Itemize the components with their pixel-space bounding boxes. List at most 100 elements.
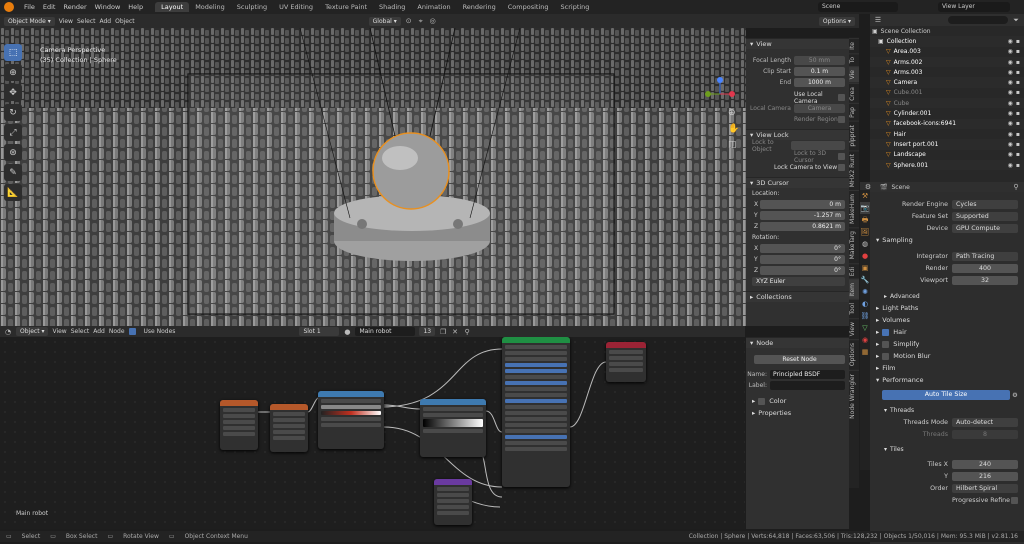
rotate-icon[interactable]: ↻ (4, 104, 22, 121)
render-tab-icon[interactable]: 📷 (860, 202, 870, 214)
node-menu-add[interactable]: Add (93, 328, 105, 335)
blender-logo-icon[interactable] (4, 2, 14, 12)
clip-start-field[interactable]: 0.1 m (794, 67, 845, 76)
tab-ite[interactable]: Ite (849, 38, 859, 53)
camera-render-icon[interactable]: ▪ (1016, 131, 1020, 138)
measure-icon[interactable]: 📐 (4, 184, 22, 201)
viewport-samples-field[interactable]: 32 (952, 275, 1018, 285)
order-dropdown[interactable]: Hilbert Spiral (952, 483, 1018, 493)
hair-panel[interactable]: ▸ Hair (870, 326, 1024, 338)
eye-icon[interactable]: ◉ (1008, 89, 1013, 96)
outliner-row[interactable]: ▣ Collection ◉ ▪ (870, 36, 1024, 47)
outliner-row[interactable]: ▽ Landscape ◉ ▪ (870, 150, 1024, 160)
pin-icon[interactable]: ⚲ (1012, 183, 1020, 191)
eye-icon[interactable]: ◉ (1008, 79, 1013, 86)
tool-tab-icon[interactable]: ⚒ (860, 190, 870, 202)
node-texture-coordinate[interactable] (220, 400, 258, 450)
pivot-icon[interactable]: ⊙ (405, 17, 413, 25)
eye-icon[interactable]: ◉ (1008, 120, 1013, 127)
loc-y-field[interactable]: -1.257 m (760, 211, 845, 220)
tab-rendering[interactable]: Rendering (457, 2, 502, 12)
loc-z-field[interactable]: 0.8621 m (760, 222, 845, 231)
scene-tab-icon[interactable]: ◍ (860, 238, 870, 250)
node-mapping[interactable] (270, 404, 308, 452)
tab-to[interactable]: To (849, 52, 859, 67)
performance-panel[interactable]: ▾ Performance (870, 374, 1024, 386)
node-menu-node[interactable]: Node (109, 328, 125, 335)
auto-tile-settings-icon[interactable]: ⚙ (1010, 392, 1020, 399)
node-name-field[interactable]: Principled BSDF (770, 370, 845, 379)
outliner-row[interactable]: ▽ Camera ◉ ▪ (870, 77, 1024, 88)
node-editor-canvas[interactable]: Main robot (0, 337, 745, 529)
annotate-icon[interactable]: ✎ (4, 164, 22, 181)
view-layer-tab-icon[interactable]: 🖼 (860, 226, 870, 238)
collections-header[interactable]: ▸ Collections (746, 291, 849, 302)
menu-file[interactable]: File (20, 3, 39, 11)
pan-icon[interactable]: ✋ (728, 124, 739, 134)
simplify-panel[interactable]: ▸ Simplify (870, 338, 1024, 350)
tab-vie[interactable]: Vie (849, 66, 859, 83)
duplicate-material-icon[interactable]: ❐ (439, 328, 447, 336)
tab-maketarg[interactable]: MakeTarg (849, 227, 859, 263)
node-section-header[interactable]: ▾ Node (746, 337, 849, 348)
hair-checkbox[interactable] (882, 328, 890, 336)
threads-subpanel[interactable]: ▾ Threads (870, 404, 1024, 416)
volumes-panel[interactable]: ▸ Volumes (870, 314, 1024, 326)
view-section-header[interactable]: ▾ View (746, 38, 849, 49)
lock-to-3d-cursor-checkbox[interactable] (838, 153, 845, 160)
advanced-subpanel[interactable]: ▸ Advanced (870, 290, 1024, 302)
eye-icon[interactable]: ◉ (1008, 151, 1013, 158)
menu-edit[interactable]: Edit (39, 3, 60, 11)
eye-icon[interactable]: ◉ (1008, 141, 1013, 148)
render-region-checkbox[interactable] (838, 116, 845, 123)
rot-x-field[interactable]: 0° (760, 244, 845, 253)
camera-render-icon[interactable]: ▪ (1016, 89, 1020, 96)
physics-tab-icon[interactable]: ◐ (860, 298, 870, 310)
lock-camera-to-view-checkbox[interactable] (838, 164, 845, 171)
node-menu-view[interactable]: View (52, 328, 66, 335)
snap-icon[interactable]: ⌖ (417, 17, 425, 25)
menu-help[interactable]: Help (124, 3, 147, 11)
camera-render-icon[interactable]: ▪ (1016, 59, 1020, 66)
outliner-row[interactable]: ▽ Insert port.001 ◉ ▪ (870, 139, 1024, 150)
node-color-ramp[interactable] (420, 399, 486, 457)
node-properties-panel[interactable]: ▸ Properties (746, 407, 849, 419)
camera-view-icon[interactable]: ◫ (728, 140, 737, 150)
data-tab-icon[interactable]: ▽ (860, 322, 870, 334)
threads-count-field[interactable]: 8 (952, 429, 1018, 439)
progressive-refine-checkbox[interactable] (1011, 496, 1018, 504)
outliner-row[interactable]: ▽ Sphere.001 ◉ ▪ (870, 159, 1024, 171)
motion-blur-panel[interactable]: ▸ Motion Blur (870, 350, 1024, 362)
material-name-field[interactable]: Main robot (355, 327, 416, 336)
tab-pap[interactable]: Pap (849, 103, 859, 122)
material-tab-icon[interactable]: ◉ (860, 334, 870, 346)
viewport-menu-select[interactable]: Select (77, 18, 96, 25)
tab-layout[interactable]: Layout (155, 2, 190, 12)
reset-node-button[interactable]: Reset Node (754, 355, 845, 364)
camera-render-icon[interactable]: ▪ (1016, 38, 1020, 45)
constraints-tab-icon[interactable]: ⛓ (860, 310, 870, 322)
camera-render-icon[interactable]: ▪ (1016, 69, 1020, 76)
viewport-menu-view[interactable]: View (59, 18, 73, 25)
node-displacement[interactable] (434, 479, 472, 525)
shader-type-dropdown[interactable]: Object ▾ (16, 327, 49, 336)
eye-icon[interactable]: ◉ (1008, 110, 1013, 117)
feature-set-dropdown[interactable]: Supported (952, 211, 1018, 221)
outliner-row[interactable]: ▽ facebook-icons:6941 ◉ ▪ (870, 118, 1024, 129)
auto-tile-size-button[interactable]: Auto Tile Size (882, 390, 1010, 400)
rot-z-field[interactable]: 0° (760, 266, 845, 275)
sampling-panel-header[interactable]: ▾ Sampling (870, 234, 1024, 246)
threads-mode-dropdown[interactable]: Auto-detect (952, 417, 1018, 427)
film-panel[interactable]: ▸ Film (870, 362, 1024, 374)
node-color-checkbox[interactable] (758, 397, 766, 405)
texture-tab-icon[interactable]: ▦ (860, 346, 870, 358)
tiles-y-field[interactable]: 216 (952, 471, 1018, 481)
tab-options[interactable]: Options (849, 339, 859, 370)
simplify-checkbox[interactable] (882, 340, 890, 348)
render-samples-field[interactable]: 400 (952, 263, 1018, 273)
use-nodes-checkbox[interactable] (128, 328, 136, 335)
tab-compositing[interactable]: Compositing (502, 2, 555, 12)
tab-texture-paint[interactable]: Texture Paint (319, 2, 373, 12)
tab-item[interactable]: Item (849, 278, 859, 300)
camera-render-icon[interactable]: ▪ (1016, 141, 1020, 148)
